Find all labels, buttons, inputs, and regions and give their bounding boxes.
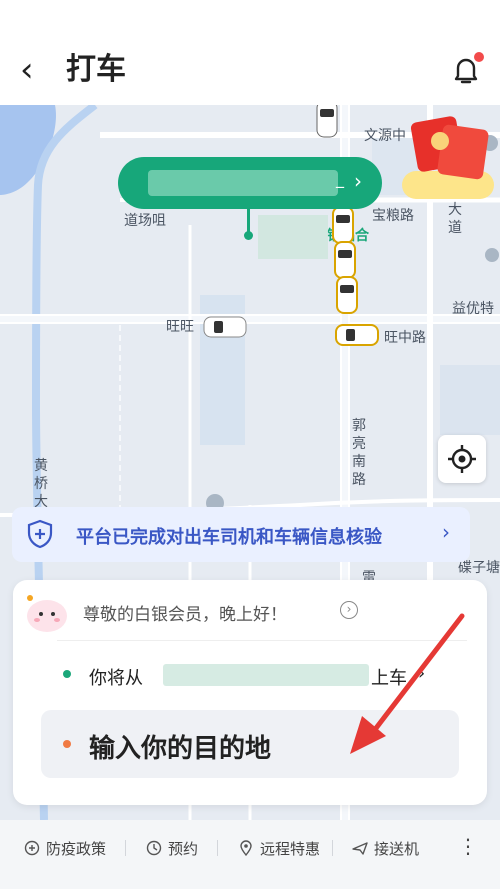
page-title: 打车 (66, 52, 126, 87)
car-icon (316, 105, 338, 138)
map-redacted-area (258, 215, 328, 259)
shortcut-label: 预约 (168, 839, 199, 858)
shortcut-airport-transfer[interactable]: 接送机 (352, 836, 419, 860)
map-label-da-dao: 大道 (448, 202, 462, 236)
map-label-huangqiao: 黄桥大 (34, 458, 48, 510)
car-icon (203, 316, 247, 338)
pickup-address-redacted (163, 664, 369, 686)
map-label-wangwang: 旺旺 (166, 319, 194, 335)
chevron-right-icon: › (442, 520, 450, 544)
shortcut-epidemic-policy[interactable]: 防疫政策 (24, 836, 106, 860)
pickup-address-redacted (148, 170, 338, 196)
verification-notice-banner[interactable]: 平台已完成对出车司机和车辆信息核验 › (12, 507, 470, 562)
shortcut-reservation[interactable]: 预约 (146, 836, 198, 860)
clock-icon (146, 840, 162, 856)
map-label-wangzhong-road: 旺中路 (384, 330, 426, 346)
destination-placeholder: 输入你的目的地 (89, 734, 272, 764)
notification-badge (474, 52, 484, 62)
pickup-pin-dot (244, 231, 253, 240)
crosshair-icon (448, 445, 476, 473)
pickup-prefix: 你将从 (89, 668, 143, 689)
plane-icon (352, 842, 368, 855)
chevron-right-icon: › (354, 169, 362, 193)
more-options-icon[interactable]: ⋮ (458, 834, 478, 858)
car-icon (332, 206, 354, 244)
destination-dot (63, 740, 71, 748)
top-nav-bar: ‹ 打车 (0, 0, 500, 105)
mascot-avatar (27, 595, 67, 632)
separator (217, 840, 218, 856)
shield-plus-icon (27, 519, 53, 549)
annotation-arrow (350, 613, 465, 754)
notice-text: 平台已完成对出车司机和车辆信息核验 (76, 527, 382, 548)
map-label-daochang: 道场咀 (124, 213, 166, 229)
location-icon (240, 840, 252, 856)
back-button[interactable]: ‹ (20, 52, 50, 88)
map-label-yiyou: 益优特 (452, 301, 494, 317)
shortcut-label: 远程特惠 (260, 839, 321, 858)
map-label-guoliang-road: 郭亮南路 (352, 418, 366, 488)
car-icon (336, 276, 358, 314)
bottom-shortcut-bar: 防疫政策 预约 远程特惠 接送机 ⋮ (0, 820, 500, 889)
locate-me-button[interactable] (438, 435, 486, 483)
pickup-dot (63, 670, 71, 678)
red-envelope-promo-icon[interactable] (400, 113, 496, 203)
separator (125, 840, 126, 856)
separator (332, 840, 333, 856)
shortcut-label: 防疫政策 (46, 839, 107, 858)
shortcut-label: 接送机 (374, 839, 420, 858)
map-label-baoliang-road: 宝粮路 (372, 208, 414, 224)
car-icon (334, 241, 356, 279)
pickup-location-bubble[interactable]: _ › (118, 157, 382, 209)
shortcut-long-distance-deal[interactable]: 远程特惠 (238, 836, 320, 860)
car-icon (335, 324, 379, 346)
shield-plus-icon (24, 840, 40, 856)
member-greeting[interactable]: 尊敬的白银会员，晚上好！ (83, 600, 287, 625)
bubble-mark: _ (336, 169, 344, 188)
